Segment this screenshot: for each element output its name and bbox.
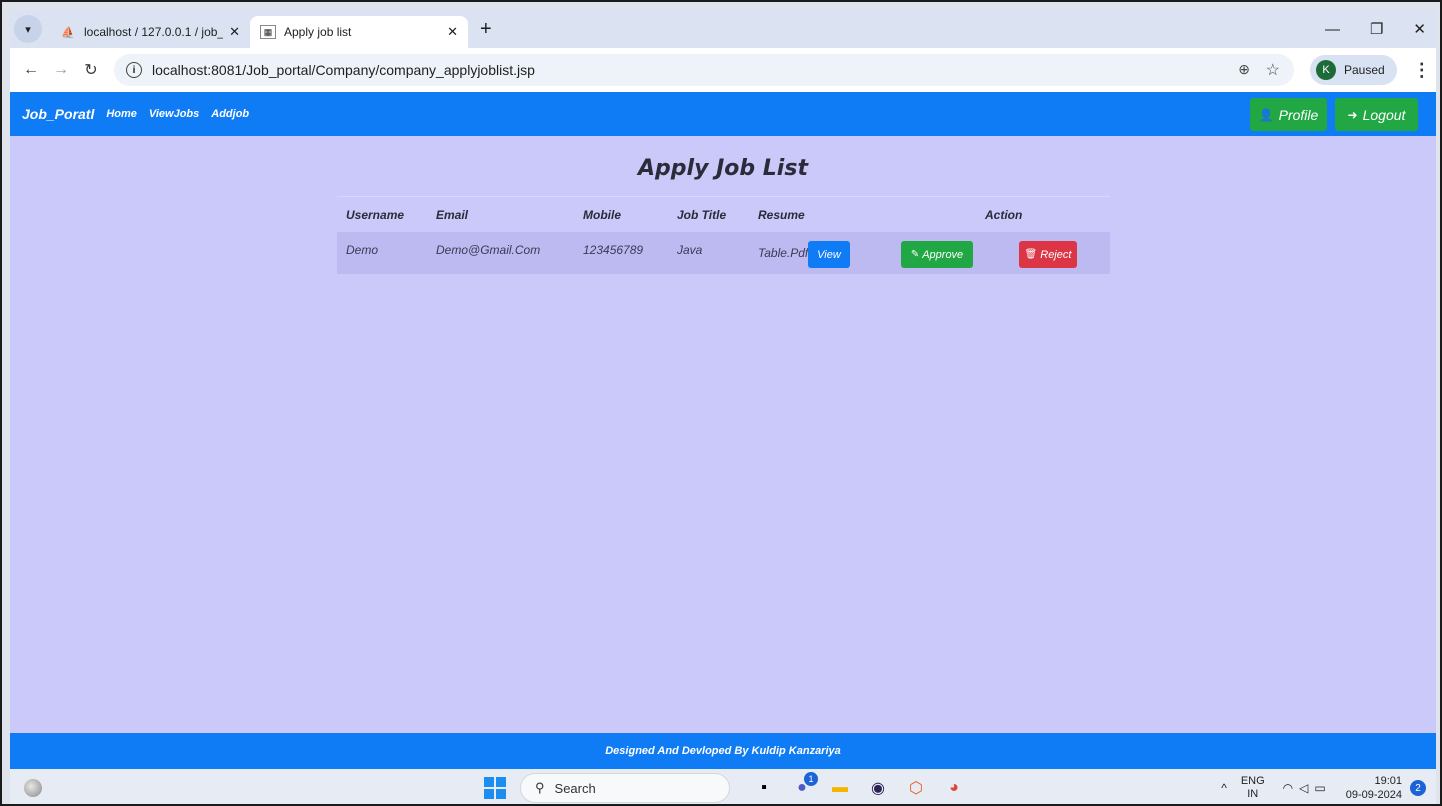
site-footer: Designed And Devloped By Kuldip Kanzariy… [10,733,1436,769]
cell-email: Demo@Gmail.Com [436,243,541,257]
url-text: localhost:8081/Job_portal/Company/compan… [152,62,535,78]
profile-label: Profile [1278,106,1319,123]
taskbar-apps: ⚲ Search ▪ ● 1 ▬ ◉ ⬡ ◕ [484,772,966,804]
header-resume: Resume [758,207,805,222]
cell-mobile: 123456789 [583,243,644,257]
page-title: Apply Job List [638,156,808,181]
nav-addjob-link[interactable]: Addjob [211,108,249,120]
cell-job-title: Java [677,243,703,257]
chrome-icon[interactable]: ◕ [942,776,966,800]
weather-icon[interactable] [24,779,42,797]
minimize-icon[interactable]: — [1325,21,1340,38]
file-explorer-icon[interactable]: ▬ [828,776,852,800]
header-action: Action [985,207,1023,222]
phpmyadmin-icon: ⛵ [61,26,75,39]
address-bar[interactable]: i localhost:8081/Job_portal/Company/comp… [114,54,1294,86]
tab-title: Apply job list [284,25,352,39]
header-job-title: Job Title [677,207,727,222]
browser-toolbar: ← → ↻ i localhost:8081/Job_portal/Compan… [10,48,1436,92]
sign-out-icon: ➜ [1347,107,1358,122]
avatar: K [1316,60,1336,80]
nav-home-link[interactable]: Home [106,108,137,120]
tab-search-button[interactable]: ▾ [14,15,42,43]
menu-kebab-icon[interactable]: ⋮ [1413,60,1431,81]
clock-date: 09-09-2024 [1345,789,1402,801]
language-indicator[interactable]: ENG IN [1241,775,1265,801]
bookmark-star-icon[interactable]: ☆ [1266,60,1280,80]
teams-icon[interactable]: ● 1 [790,772,818,800]
wifi-volume-battery-icon[interactable]: ◠◁▭ [1283,781,1332,795]
brand-link[interactable]: Job_Poratl [22,106,94,122]
web-page: Job_Poratl Home ViewJobs Addjob 👤 Profil… [10,92,1436,769]
system-tray: ^ ENG IN ◠◁▭ 19:01 09-09-2024 2 [1221,771,1426,804]
eclipse-icon[interactable]: ◉ [866,776,890,800]
profile-status: Paused [1344,63,1385,77]
header-email: Email [436,207,469,222]
cell-username: Demo [346,243,379,257]
chevron-up-icon[interactable]: ^ [1221,781,1227,795]
edit-icon: ✎ [910,249,920,260]
close-tab-icon[interactable]: ✕ [229,24,240,40]
taskbar-search[interactable]: ⚲ Search [520,773,730,803]
table-header-row: Username Email Mobile Job Title Resume A… [337,196,1110,232]
window-controls: — ❐ ✕ [1325,10,1426,48]
restore-icon[interactable]: ❐ [1370,20,1383,38]
back-arrow-icon[interactable]: ← [16,61,46,79]
windows-start-icon[interactable] [484,777,506,799]
search-icon: ⚲ [535,780,545,795]
apply-job-table: Username Email Mobile Job Title Resume A… [337,196,1110,274]
lang-top: ENG [1240,775,1265,787]
clock-time: 19:01 [1374,775,1402,787]
nav-viewjobs-link[interactable]: ViewJobs [149,108,199,120]
logout-button[interactable]: ➜ Logout [1335,98,1418,131]
forward-arrow-icon[interactable]: → [46,61,76,79]
trash-icon: 🗑 [1024,249,1038,260]
screenshot-frame: ▾ ⛵ localhost / 127.0.0.1 / job_porta ✕ … [0,0,1442,806]
browser-tabstrip: ▾ ⛵ localhost / 127.0.0.1 / job_porta ✕ … [10,10,1436,48]
view-resume-button[interactable]: View [808,241,850,268]
site-info-icon[interactable]: i [126,62,142,78]
os-taskbar: ⚲ Search ▪ ● 1 ▬ ◉ ⬡ ◕ ^ ENG IN ◠◁▭ 19:0… [10,769,1436,804]
tab-phpmyadmin[interactable]: ⛵ localhost / 127.0.0.1 / job_porta ✕ [50,16,250,48]
reload-icon[interactable]: ↻ [76,60,106,80]
approve-label: Approve [922,248,964,261]
header-username: Username [346,207,405,222]
close-window-icon[interactable]: ✕ [1413,20,1426,38]
notification-badge[interactable]: 2 [1410,780,1426,796]
new-tab-icon[interactable]: + [480,18,492,41]
view-label: View [817,248,841,261]
site-navbar: Job_Poratl Home ViewJobs Addjob 👤 Profil… [10,92,1436,136]
table-row: Demo Demo@Gmail.Com 123456789 Java Table… [337,232,1110,274]
approve-button[interactable]: ✎ Approve [901,241,973,268]
close-tab-icon[interactable]: ✕ [447,24,458,40]
profile-button[interactable]: 👤 Profile [1250,98,1327,131]
task-view-icon[interactable]: ▪ [752,776,776,800]
reject-button[interactable]: 🗑 Reject [1019,241,1077,268]
clock[interactable]: 19:01 09-09-2024 [1346,774,1402,802]
profile-chip[interactable]: K Paused [1310,55,1397,85]
office-icon[interactable]: ⬡ [904,776,928,800]
app-badge: 1 [804,772,818,786]
lang-bottom: IN [1247,788,1259,800]
footer-text: Designed And Devloped By Kuldip Kanzariy… [605,745,841,757]
header-mobile: Mobile [583,207,621,222]
search-placeholder: Search [554,780,596,796]
reject-label: Reject [1040,248,1072,261]
page-favicon-icon: ▦ [260,25,276,39]
logout-label: Logout [1362,106,1406,123]
user-icon: 👤 [1258,107,1274,122]
cell-resume: Table.Pdf [758,246,809,260]
tab-title: localhost / 127.0.0.1 / job_porta [84,25,224,39]
zoom-icon[interactable]: ⊕ [1238,61,1250,78]
tab-apply-job-list[interactable]: ▦ Apply job list ✕ [250,16,468,48]
